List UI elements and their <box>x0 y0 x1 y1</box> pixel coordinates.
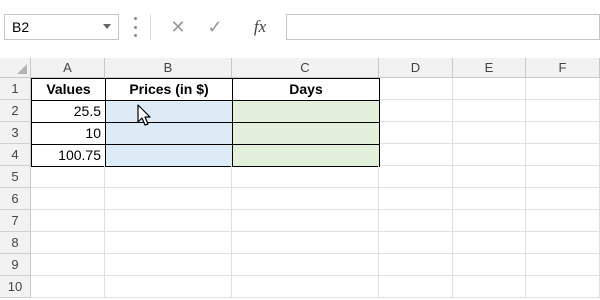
cell-d2[interactable] <box>380 100 453 122</box>
cell-e8[interactable] <box>453 232 526 254</box>
cell-a9[interactable] <box>31 254 105 276</box>
formula-bar-divider <box>150 14 151 40</box>
cell-e3[interactable] <box>453 122 526 144</box>
cell-b7[interactable] <box>105 210 232 232</box>
cancel-icon[interactable]: ✕ <box>163 14 193 40</box>
cell-b6[interactable] <box>105 188 232 210</box>
formula-bar: B2 ✕ ✓ fx <box>0 0 600 58</box>
cell-a10[interactable] <box>31 276 105 298</box>
cell-a7[interactable] <box>31 210 105 232</box>
cell-c4[interactable] <box>232 144 380 167</box>
row-header-8[interactable]: 8 <box>0 232 31 254</box>
more-options-icon[interactable] <box>132 17 138 37</box>
cell-f7[interactable] <box>526 210 600 232</box>
cell-d1[interactable] <box>380 78 453 100</box>
cell-a8[interactable] <box>31 232 105 254</box>
cell-b1[interactable]: Prices (in $) <box>105 78 233 101</box>
row-header-3[interactable]: 3 <box>0 122 31 144</box>
cell-f2[interactable] <box>526 100 600 122</box>
cell-c6[interactable] <box>232 188 379 210</box>
cell-b2[interactable] <box>105 100 233 123</box>
cell-a5[interactable] <box>31 166 105 188</box>
row-header-7[interactable]: 7 <box>0 210 31 232</box>
cell-f6[interactable] <box>526 188 600 210</box>
cell-b4[interactable] <box>105 144 233 167</box>
column-header-c[interactable]: C <box>232 58 379 78</box>
cell-f10[interactable] <box>526 276 600 298</box>
cell-a2[interactable]: 25.5 <box>31 100 106 123</box>
row-header-5[interactable]: 5 <box>0 166 31 188</box>
cell-d4[interactable] <box>380 144 453 166</box>
column-header-f[interactable]: F <box>526 58 600 78</box>
cell-b8[interactable] <box>105 232 232 254</box>
cell-f4[interactable] <box>526 144 600 166</box>
cell-c2[interactable] <box>232 100 380 123</box>
spreadsheet-grid: A B C D E F 1 2 3 4 5 6 7 8 9 10 Values … <box>0 58 600 300</box>
cell-c7[interactable] <box>232 210 379 232</box>
cell-a1[interactable]: Values <box>31 78 106 101</box>
cell-e6[interactable] <box>453 188 526 210</box>
cell-a3[interactable]: 10 <box>31 122 106 145</box>
cell-f8[interactable] <box>526 232 600 254</box>
cell-b3[interactable] <box>105 122 233 145</box>
column-header-d[interactable]: D <box>379 58 453 78</box>
enter-icon[interactable]: ✓ <box>200 14 230 40</box>
row-header-6[interactable]: 6 <box>0 188 31 210</box>
cell-e5[interactable] <box>453 166 526 188</box>
name-box-value: B2 <box>12 19 30 35</box>
column-header-e[interactable]: E <box>453 58 526 78</box>
select-all-button[interactable] <box>0 58 31 78</box>
cell-a4[interactable]: 100.75 <box>31 144 106 167</box>
cell-f5[interactable] <box>526 166 600 188</box>
cell-d8[interactable] <box>379 232 453 254</box>
row-header-9[interactable]: 9 <box>0 254 31 276</box>
row-header-4[interactable]: 4 <box>0 144 31 166</box>
cell-c9[interactable] <box>232 254 379 276</box>
name-box[interactable]: B2 <box>4 14 119 40</box>
insert-function-icon[interactable]: fx <box>245 14 275 40</box>
cell-d9[interactable] <box>379 254 453 276</box>
column-header-b[interactable]: B <box>105 58 232 78</box>
cell-d5[interactable] <box>379 166 453 188</box>
cell-f9[interactable] <box>526 254 600 276</box>
chevron-down-icon[interactable] <box>103 24 111 29</box>
cell-f3[interactable] <box>526 122 600 144</box>
formula-input[interactable] <box>286 14 600 40</box>
cell-d10[interactable] <box>379 276 453 298</box>
cell-e10[interactable] <box>453 276 526 298</box>
cell-a6[interactable] <box>31 188 105 210</box>
cell-b10[interactable] <box>105 276 232 298</box>
cell-d7[interactable] <box>379 210 453 232</box>
cell-d3[interactable] <box>380 122 453 144</box>
cell-c1[interactable]: Days <box>232 78 380 101</box>
cell-c8[interactable] <box>232 232 379 254</box>
cell-e4[interactable] <box>453 144 526 166</box>
cell-e2[interactable] <box>453 100 526 122</box>
cell-b9[interactable] <box>105 254 232 276</box>
cell-c3[interactable] <box>232 122 380 145</box>
cell-b5[interactable] <box>105 166 232 188</box>
column-header-a[interactable]: A <box>31 58 105 78</box>
row-header-1[interactable]: 1 <box>0 78 31 100</box>
cell-d6[interactable] <box>379 188 453 210</box>
cell-c10[interactable] <box>232 276 379 298</box>
cell-e9[interactable] <box>453 254 526 276</box>
row-header-2[interactable]: 2 <box>0 100 31 122</box>
cell-f1[interactable] <box>526 78 600 100</box>
cell-e1[interactable] <box>453 78 526 100</box>
cell-c5[interactable] <box>232 166 379 188</box>
cell-e7[interactable] <box>453 210 526 232</box>
mouse-pointer-icon <box>137 104 151 126</box>
row-header-10[interactable]: 10 <box>0 276 31 298</box>
